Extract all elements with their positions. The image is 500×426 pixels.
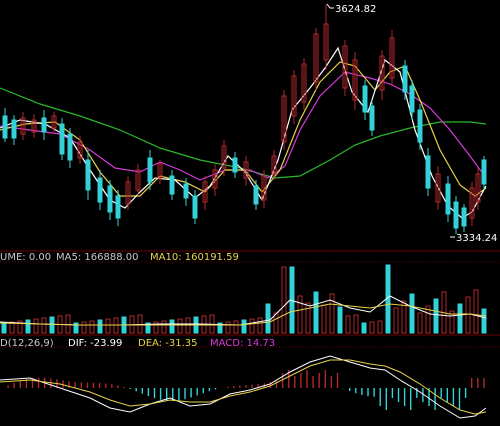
volume-bar — [161, 320, 167, 334]
volume-bar — [481, 308, 487, 334]
volume-bar — [177, 318, 183, 334]
volume-bar — [457, 303, 463, 334]
volume-bars — [1, 264, 487, 334]
volume-bar — [337, 306, 343, 334]
volume-bar — [169, 319, 175, 334]
volume-bar — [233, 320, 239, 334]
volume-bar — [417, 312, 423, 334]
volume-bar — [41, 317, 47, 334]
low-price-label: 3334.24 — [456, 233, 497, 244]
volume-bar — [377, 320, 383, 334]
volume-bar — [105, 318, 111, 334]
volume-bar — [433, 298, 439, 334]
macd-header: D(12,26,9) — [0, 338, 54, 349]
volume-bar — [345, 315, 351, 334]
volume-bar — [305, 302, 311, 334]
price-panel[interactable]: 3624.82 3334.24 — [0, 3, 497, 244]
volume-bar — [33, 318, 39, 334]
volume-bar — [89, 320, 95, 334]
high-marker-icon — [326, 3, 334, 9]
volume-bar — [321, 304, 327, 334]
ma-white-line — [0, 46, 487, 219]
candlestick-series — [2, 4, 487, 234]
macd-dea-line — [0, 359, 487, 415]
volume-bar — [361, 322, 367, 334]
macd-dif-label: DIF: -23.99 — [68, 338, 122, 349]
volume-bar — [1, 322, 7, 334]
volume-bar — [49, 316, 55, 334]
high-price-label: 3624.82 — [335, 4, 376, 15]
volume-bar — [25, 319, 31, 334]
volume-bar — [265, 303, 271, 334]
macd-value-label: MACD: 14.73 — [210, 338, 275, 349]
volume-bar — [393, 307, 399, 334]
volume-bar — [409, 293, 415, 334]
macd-dea-label: DEA: -31.35 — [138, 338, 197, 349]
volume-bar — [257, 317, 263, 334]
volume-ma10-label: MA10: 160191.59 — [150, 252, 239, 263]
volume-bar — [249, 318, 255, 334]
volume-header: UME: 0.00 — [0, 252, 51, 263]
volume-bar — [81, 321, 87, 334]
volume-bar — [369, 321, 375, 334]
volume-bar — [473, 289, 479, 334]
volume-ma5-label: MA5: 166888.00 — [56, 252, 138, 263]
volume-bar — [65, 314, 71, 334]
volume-bar — [281, 266, 287, 334]
macd-panel[interactable]: D(12,26,9) DIF: -23.99 DEA: -31.35 MACD:… — [0, 338, 487, 419]
macd-histogram — [7, 370, 485, 410]
ma-yellow-line — [0, 61, 487, 197]
volume-bar — [225, 321, 231, 334]
volume-bar — [297, 295, 303, 334]
volume-bar — [97, 319, 103, 334]
volume-bar — [465, 296, 471, 334]
volume-bar — [353, 314, 359, 334]
volume-bar — [241, 319, 247, 334]
volume-panel[interactable]: UME: 0.00 MA5: 166888.00 MA10: 160191.59 — [0, 252, 487, 334]
stock-chart[interactable]: 3624.82 3334.24 UME: 0.00 MA5: 166888.00… — [0, 0, 500, 426]
volume-bar — [313, 291, 319, 334]
